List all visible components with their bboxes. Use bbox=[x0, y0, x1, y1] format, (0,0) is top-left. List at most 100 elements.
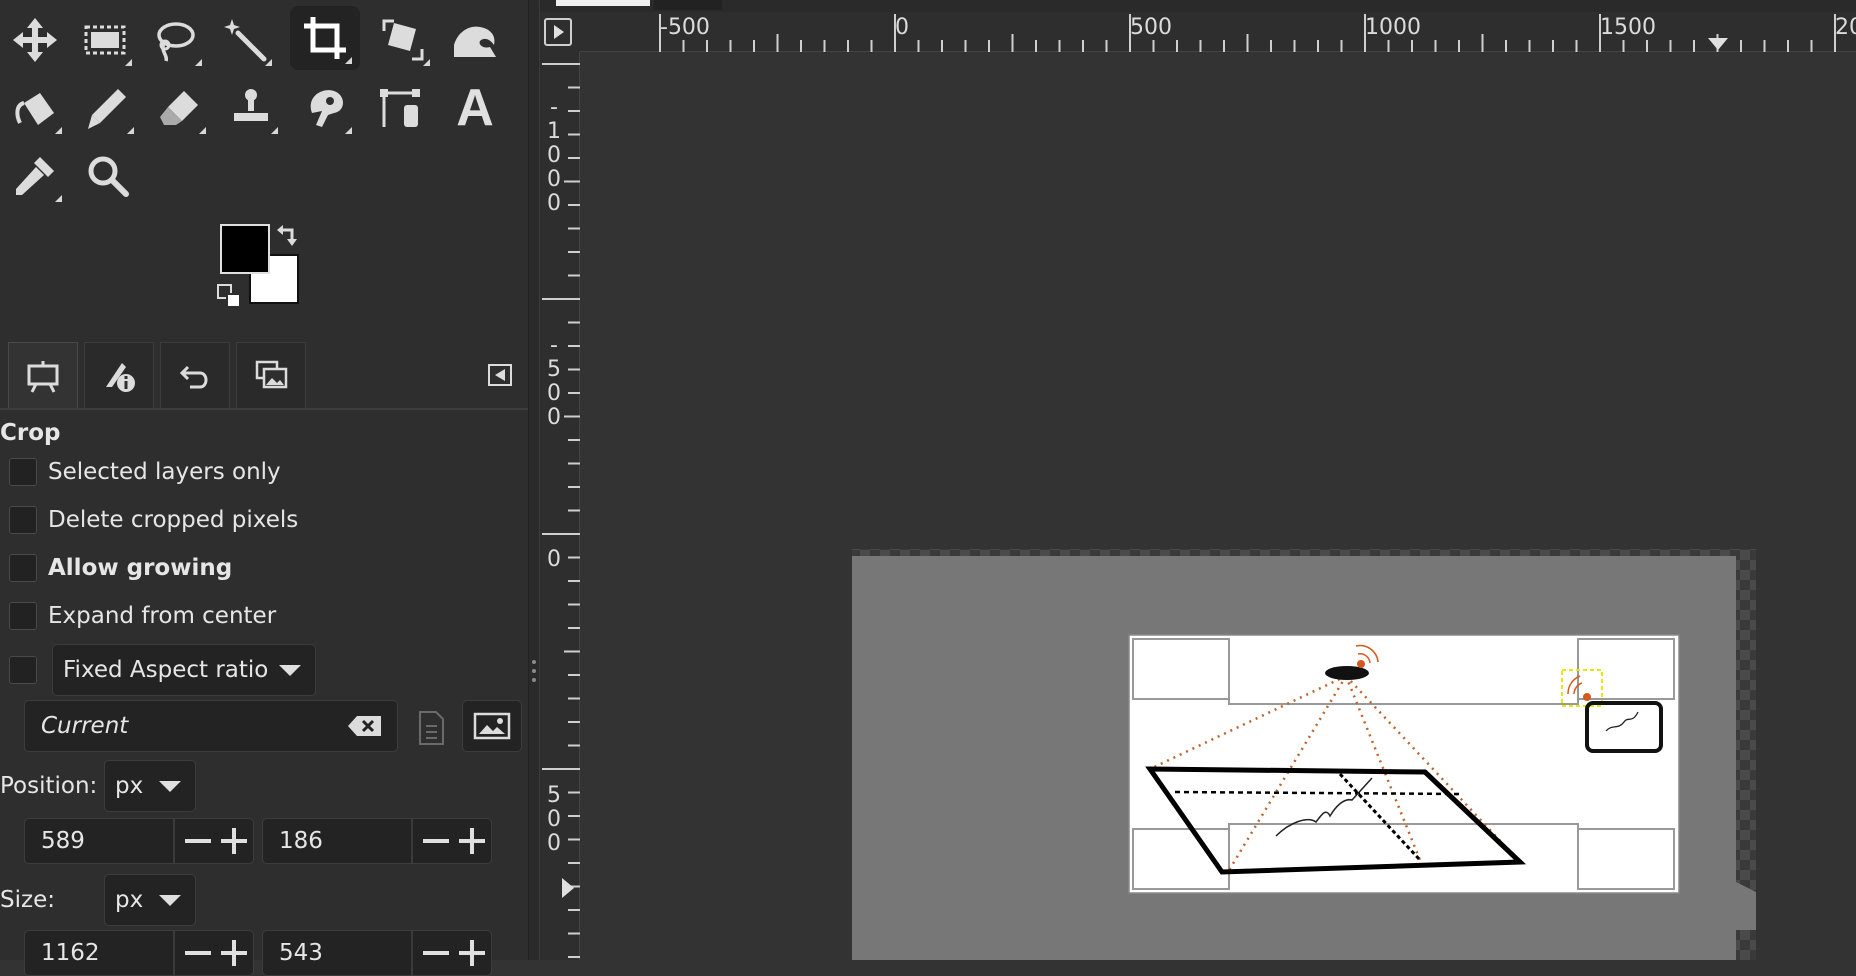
left-dock: A Crop Selected layers only Delete cropp… bbox=[0, 0, 528, 976]
dock-resize-handle[interactable] bbox=[528, 0, 540, 960]
paths-tool[interactable] bbox=[366, 76, 436, 140]
size-height-value: 543 bbox=[279, 940, 323, 966]
portrait-icon[interactable] bbox=[416, 710, 446, 746]
selected-layers-only-label: Selected layers only bbox=[48, 459, 281, 485]
zoom-icon bbox=[88, 156, 129, 197]
fixed-checkbox[interactable] bbox=[9, 656, 37, 684]
device-status-icon bbox=[106, 362, 135, 392]
size-width-increment[interactable] bbox=[215, 931, 251, 975]
size-width-spinner[interactable]: 1162 bbox=[24, 930, 254, 976]
position-x-increment[interactable] bbox=[215, 819, 251, 863]
warp-icon bbox=[454, 26, 496, 57]
rect-select-tool[interactable] bbox=[70, 8, 140, 72]
allow-growing-label: Allow growing bbox=[48, 555, 233, 581]
paintbrush-tool[interactable] bbox=[72, 76, 142, 140]
chevron-down-icon bbox=[159, 895, 181, 906]
ruler-label: 1500 bbox=[1600, 15, 1656, 40]
smudge-tool[interactable] bbox=[290, 76, 360, 140]
ruler-pointer-marker bbox=[562, 878, 574, 898]
fixed-mode-dropdown[interactable]: Fixed Aspect ratio bbox=[52, 644, 316, 696]
aspect-value-field[interactable]: Current bbox=[24, 700, 398, 752]
fixed-mode-value: Fixed Aspect ratio bbox=[63, 657, 269, 683]
magic-wand-icon bbox=[224, 19, 267, 62]
position-unit-dropdown[interactable]: px bbox=[104, 760, 196, 812]
quick-mask-toggle-icon[interactable] bbox=[544, 18, 572, 46]
eraser-icon bbox=[160, 91, 198, 125]
chevron-down-icon bbox=[279, 665, 301, 676]
clone-tool[interactable] bbox=[216, 76, 286, 140]
horizontal-ruler[interactable]: -500 0 500 1000 1500 2000 bbox=[580, 12, 1856, 52]
size-height-spinner[interactable]: 543 bbox=[262, 930, 492, 976]
ruler-label: 1000 bbox=[1365, 15, 1421, 40]
delete-cropped-pixels-checkbox[interactable] bbox=[9, 506, 37, 534]
undo-history-tab[interactable] bbox=[160, 342, 230, 408]
allow-growing-checkbox[interactable] bbox=[9, 554, 37, 582]
foreground-color-swatch[interactable] bbox=[220, 224, 270, 274]
color-picker-icon bbox=[16, 157, 54, 195]
landscape-button[interactable] bbox=[462, 700, 522, 752]
position-x-decrement[interactable] bbox=[179, 819, 215, 863]
position-y-increment[interactable] bbox=[453, 819, 489, 863]
default-colors-icon[interactable] bbox=[217, 284, 243, 310]
zoom-tool[interactable] bbox=[72, 144, 142, 208]
size-unit-value: px bbox=[115, 887, 144, 913]
device-status-tab[interactable] bbox=[84, 342, 154, 408]
dock-menu-icon[interactable] bbox=[486, 360, 516, 390]
position-x-value: 589 bbox=[41, 828, 85, 854]
clear-field-icon[interactable] bbox=[347, 714, 383, 738]
position-y-value: 186 bbox=[279, 828, 323, 854]
tool-options-tab[interactable] bbox=[8, 342, 78, 408]
crop-icon bbox=[304, 17, 346, 59]
image-tab-active[interactable] bbox=[556, 0, 650, 6]
ruler-label: -1000 bbox=[547, 95, 561, 216]
position-unit-value: px bbox=[115, 773, 144, 799]
size-height-decrement[interactable] bbox=[417, 931, 453, 975]
size-unit-dropdown[interactable]: px bbox=[104, 874, 196, 926]
tool-options-title: Crop bbox=[0, 420, 61, 446]
move-icon bbox=[13, 18, 57, 62]
crop-tool[interactable] bbox=[290, 6, 360, 70]
ruler-label: 0 bbox=[547, 547, 561, 572]
ruler-label: 2000 bbox=[1835, 15, 1856, 40]
expand-from-center-checkbox[interactable] bbox=[9, 602, 37, 630]
selected-layers-only-checkbox[interactable] bbox=[9, 458, 37, 486]
text-tool[interactable]: A bbox=[440, 76, 510, 140]
tool-options-icon bbox=[27, 360, 59, 393]
canvas-area[interactable]: -500 0 500 1000 1500 2000 -1000 -500 0 5… bbox=[540, 0, 1856, 960]
ruler-label: -500 bbox=[660, 15, 710, 40]
eraser-tool[interactable] bbox=[144, 76, 214, 140]
undo-history-icon bbox=[179, 365, 208, 388]
position-x-spinner[interactable]: 589 bbox=[24, 818, 254, 864]
position-y-decrement[interactable] bbox=[417, 819, 453, 863]
paintbrush-icon bbox=[88, 89, 126, 129]
images-icon bbox=[255, 360, 288, 388]
smudge-icon bbox=[310, 90, 343, 127]
chevron-down-icon bbox=[159, 781, 181, 792]
vertical-ruler[interactable]: -1000 -500 0 500 bbox=[540, 52, 580, 960]
transform-tool[interactable] bbox=[368, 8, 438, 72]
swap-colors-icon[interactable] bbox=[276, 222, 302, 248]
ruler-label: -500 bbox=[547, 333, 561, 430]
ruler-label: 500 bbox=[547, 783, 561, 856]
warp-tool[interactable] bbox=[440, 8, 510, 72]
tab-underline bbox=[0, 408, 528, 410]
image-tab[interactable] bbox=[654, 0, 722, 10]
paths-icon bbox=[380, 89, 420, 127]
delete-cropped-pixels-label: Delete cropped pixels bbox=[48, 507, 299, 533]
ruler-label: 500 bbox=[1130, 15, 1172, 40]
size-label: Size: bbox=[0, 887, 55, 913]
fuzzy-select-tool[interactable] bbox=[210, 8, 280, 72]
rect-select-icon bbox=[84, 25, 126, 55]
color-area bbox=[215, 222, 305, 312]
ruler-corner bbox=[540, 12, 580, 52]
position-y-spinner[interactable]: 186 bbox=[262, 818, 492, 864]
bucket-fill-tool[interactable] bbox=[0, 76, 70, 140]
images-tab[interactable] bbox=[236, 342, 306, 408]
color-picker-tool[interactable] bbox=[0, 144, 70, 208]
aspect-value-text: Current bbox=[41, 713, 129, 739]
free-select-tool[interactable] bbox=[140, 8, 210, 72]
move-tool[interactable] bbox=[0, 8, 70, 72]
size-width-decrement[interactable] bbox=[179, 931, 215, 975]
landscape-icon bbox=[473, 712, 511, 740]
size-height-increment[interactable] bbox=[453, 931, 489, 975]
